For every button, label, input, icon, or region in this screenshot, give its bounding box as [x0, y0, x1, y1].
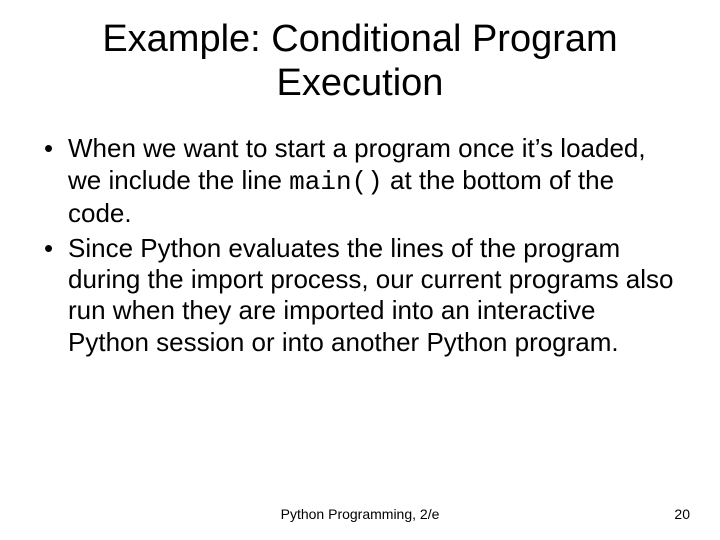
- code-span: main(): [289, 167, 383, 197]
- slide: Example: Conditional Program Execution W…: [0, 0, 720, 540]
- bullet-text-pre: Since Python evaluates the lines of the …: [68, 233, 674, 357]
- slide-body: When we want to start a program once it’…: [40, 133, 680, 359]
- page-number: 20: [674, 506, 690, 522]
- footer-text: Python Programming, 2/e: [0, 506, 720, 522]
- bullet-list: When we want to start a program once it’…: [40, 133, 680, 359]
- bullet-item: When we want to start a program once it’…: [40, 133, 680, 229]
- bullet-item: Since Python evaluates the lines of the …: [40, 233, 680, 360]
- slide-title: Example: Conditional Program Execution: [40, 18, 680, 105]
